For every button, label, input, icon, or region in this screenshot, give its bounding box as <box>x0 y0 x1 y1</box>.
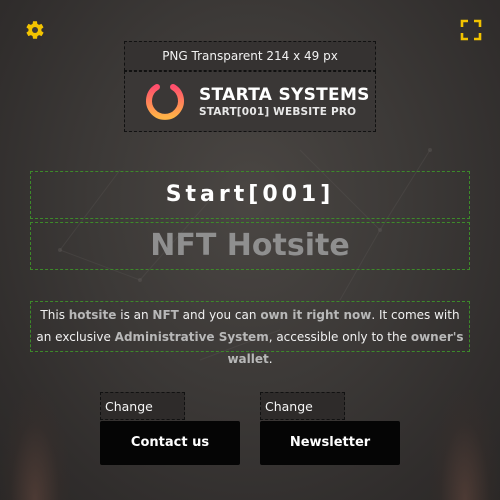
newsletter-button[interactable]: Newsletter <box>260 421 400 465</box>
desc-part-5: , accessible only to the <box>268 330 411 344</box>
gear-icon[interactable] <box>22 18 46 42</box>
brand-subtitle: START[001] WEBSITE PRO <box>199 106 357 118</box>
logo[interactable]: STARTA SYSTEMS START[001] WEBSITE PRO <box>124 71 376 132</box>
description-text: This hotsite is an NFT and you can own i… <box>33 304 467 370</box>
page-title: Start[001] <box>165 182 335 207</box>
desc-part-2: is an <box>116 308 153 322</box>
desc-highlight-nft: NFT <box>152 308 179 322</box>
desc-highlight-admin: Administrative System <box>114 330 269 344</box>
desc-highlight-own: own it right now <box>260 308 372 322</box>
desc-part-1: This <box>40 308 69 322</box>
fullscreen-icon[interactable] <box>460 19 482 41</box>
corner-decoration-left <box>0 390 70 500</box>
description-box[interactable]: This hotsite is an NFT and you can own i… <box>30 301 470 366</box>
corner-decoration-right <box>430 390 500 500</box>
change-text-label-left[interactable]: Change text <box>100 392 185 442</box>
desc-part-6: . <box>268 352 273 366</box>
brand-name: STARTA SYSTEMS <box>199 85 370 105</box>
headline-box[interactable]: NFT Hotsite <box>30 222 470 270</box>
power-icon <box>146 78 184 120</box>
title-box[interactable]: Start[001] <box>30 171 470 219</box>
desc-part-3: and you can <box>178 308 261 322</box>
headline: NFT Hotsite <box>150 228 350 263</box>
change-text-label-right[interactable]: Change text <box>260 392 345 442</box>
contact-us-button[interactable]: Contact us <box>100 421 240 465</box>
logo-size-caption: PNG Transparent 214 x 49 px <box>124 41 376 71</box>
logo-block: PNG Transparent 214 x 49 px STARTA SYSTE… <box>124 41 376 132</box>
desc-highlight-hotsite: hotsite <box>68 308 117 322</box>
